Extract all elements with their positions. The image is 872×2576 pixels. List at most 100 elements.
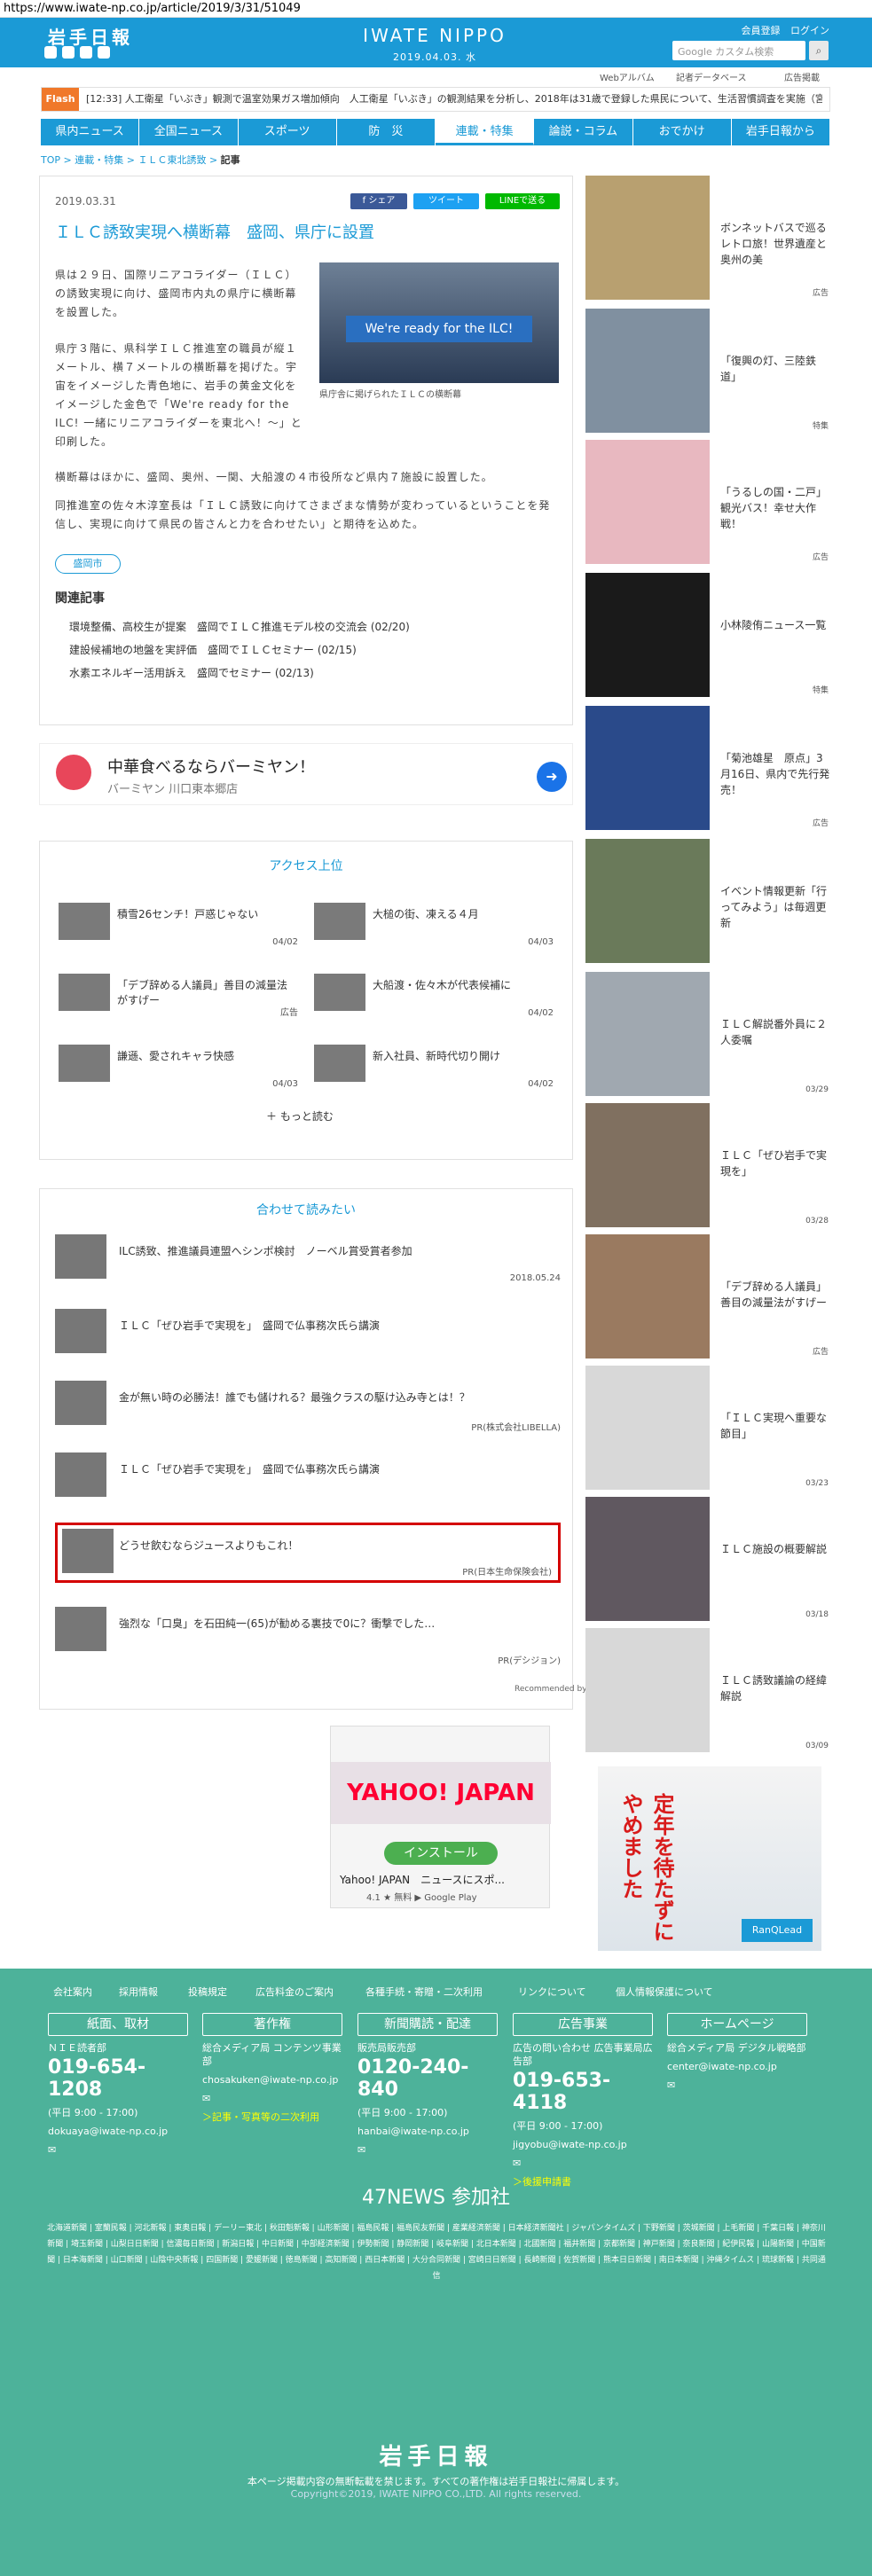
secondary-use-link[interactable]: ＞記事・写真等の二次利用 (202, 2110, 342, 2124)
column-heading[interactable]: 広告事業 (513, 2013, 653, 2036)
footer-column: ホームページ 総合メディア局 デジタル戦略部 center@iwate-np.c… (667, 2013, 807, 2092)
nav-item-editorial[interactable]: 論説・コラム (534, 119, 633, 145)
nav-item-outing[interactable]: おでかけ (633, 119, 732, 145)
app-ad[interactable]: YAHOO! JAPAN インストール Yahoo! JAPAN ニュースにスポ… (330, 1726, 551, 1908)
nav-item-national[interactable]: 全国ニュース (139, 119, 239, 145)
sidebar-title: ＩＬＣ「ぜひ岩手で実現を」 (720, 1149, 828, 1178)
ranking-item[interactable]: 新入社員、新時代切り開け 04/02 (314, 1045, 554, 1089)
column-heading[interactable]: ホームページ (667, 2013, 807, 2036)
twitter-icon[interactable] (44, 46, 57, 59)
sidebar-item[interactable]: ＩＬＣ誘致議論の経緯解説 03/09 (585, 1628, 832, 1752)
sidebar-item[interactable]: ボンネットバスで巡るレトロ旅！世界遺産と奥州の美 広告 (585, 176, 832, 300)
sidebar-title: 「復興の灯、三陸鉄道」 (720, 355, 817, 383)
sidebar-item[interactable]: 「ＩＬＣ実現へ重要な節目」 03/23 (585, 1366, 832, 1490)
sidebar-item[interactable]: 「うるしの国・二戸」観光バス！幸せ大作戦！ 広告 (585, 440, 832, 564)
column-heading[interactable]: 著作権 (202, 2013, 342, 2036)
recommend-item[interactable]: ＩＬＣ「ぜひ岩手で実現を」 盛岡で仏事務次氏ら講演 (55, 1452, 561, 1506)
breadcrumb-features[interactable]: 連載・特集 (75, 154, 123, 166)
email-link[interactable]: chosakuken@iwate-np.co.jp (202, 2073, 342, 2087)
email-link[interactable]: hanbai@iwate-np.co.jp (357, 2125, 498, 2138)
sidebar-item[interactable]: ＩＬＣ施設の概要解説 03/18 (585, 1497, 832, 1621)
instagram-icon[interactable] (98, 46, 110, 59)
recommend-item[interactable]: ＩＬＣ「ぜひ岩手で実現を」 盛岡で仏事務次氏ら講演 (55, 1309, 561, 1362)
related-link[interactable]: 環境整備、高校生が提案 盛岡でＩＬＣ推進モデル校の交流会 (02/20) (69, 619, 410, 634)
ranking-item[interactable]: 大槌の街、凍える４月 04/03 (314, 903, 554, 947)
ranking-item[interactable]: 大船渡・佐々木が代表候補に 04/02 (314, 974, 554, 1018)
site-logo[interactable]: 岩手日報 (48, 23, 133, 49)
partner-papers[interactable]: 北海道新聞 | 室蘭民報 | 河北新報 | 東奥日報 | デーリー東北 | 秋田… (44, 2220, 829, 2284)
breadcrumb-ilc[interactable]: ＩＬＣ東北誘致 (137, 154, 206, 166)
twitter-share-button[interactable]: ツイート (413, 193, 479, 209)
footer-link[interactable]: 採用情報 (119, 1985, 158, 1999)
email-link[interactable]: jigyobu@iwate-np.co.jp (513, 2138, 653, 2151)
archive-link[interactable]: 記者データベース (676, 70, 747, 83)
sidebar-item[interactable]: 小林陵侑ニュース一覧 特集 (585, 573, 832, 697)
facebook-share-button[interactable]: f シェア (350, 193, 407, 209)
breadcrumb-top[interactable]: TOP (41, 154, 60, 166)
recommend-item[interactable]: 金が無い時の必勝法！誰でも儲けれる？最強クラスの駆け込み寺とは！？ PR(株式会社… (55, 1381, 561, 1434)
recommend-item[interactable]: 強烈な「口臭」を石田純一(65)が勧める裏技で0に？衝撃でした… PR(デシジョン… (55, 1607, 561, 1666)
search-icon[interactable]: ⌕ (809, 41, 829, 60)
phone-number[interactable]: 019-654-1208 (48, 2056, 188, 2101)
phone-number[interactable]: 019-653-4118 (513, 2070, 653, 2114)
sidebar-item[interactable]: 「菊池雄星 原点」3月16日、県内で先行発売！ 広告 (585, 706, 832, 830)
tag-morioka[interactable]: 盛岡市 (55, 554, 121, 574)
directions-icon[interactable]: ➜ (537, 762, 567, 792)
phone-number[interactable]: 0120-240-840 (357, 2056, 498, 2101)
sidebar-item[interactable]: 「復興の灯、三陸鉄道」特集 (585, 309, 832, 433)
recruit-ad[interactable]: 定年を待たずにやめました RanQLead (598, 1766, 821, 1951)
mail-icon[interactable]: ✉ (513, 2157, 653, 2170)
related-link[interactable]: 水素エネルギー活用訴え 盛岡でセミナー (02/13) (69, 665, 314, 680)
login-link[interactable]: ログイン (790, 25, 829, 36)
sidebar-item[interactable]: ＩＬＣ「ぜひ岩手で実現を」 03/28 (585, 1103, 832, 1227)
mail-icon[interactable]: ✉ (202, 2092, 342, 2105)
sidebar-title: ボンネットバスで巡るレトロ旅！世界遺産と奥州の美 (720, 222, 828, 266)
email-link[interactable]: center@iwate-np.co.jp (667, 2060, 807, 2073)
ranking-item[interactable]: 「デブ辞める人議員」善目の減量法がすげー 広告 (59, 974, 298, 1018)
mail-icon[interactable]: ✉ (667, 2079, 807, 2092)
footer-link[interactable]: 広告料金のご案内 (255, 1985, 334, 1999)
column-dept: ＮＩＥ読者部 (48, 2042, 106, 2054)
article-photo[interactable]: We're ready for the ILC! (319, 262, 559, 383)
brand-name[interactable]: IWATE NIPPO (346, 25, 523, 46)
nav-item-local[interactable]: 県内ニュース (41, 119, 140, 145)
ads-link[interactable]: 広告掲載 (784, 70, 820, 83)
url-bar[interactable]: https://www.iwate-np.co.jp/article/2019/… (0, 0, 872, 18)
nav-item-features[interactable]: 連載・特集 (436, 119, 535, 145)
ad-banner[interactable]: 中華食べるならバーミヤン！ バーミヤン 川口東本郷店 ➜ (39, 743, 573, 805)
footer-logo[interactable]: 岩手日報 (0, 2439, 872, 2471)
search-input[interactable]: Google カスタム検索 (672, 41, 805, 60)
flash-text[interactable]: [12:33] 人工衛星「いぶき」観測で温室効果ガス増加傾向 人工衛星「いぶき」… (86, 88, 822, 111)
copyright-line: Copyright©2019, IWATE NIPPO CO.,LTD. All… (290, 2488, 582, 2500)
thumbnail (585, 176, 710, 300)
ranking-item[interactable]: 積雪26センチ！戸惑じゃない 04/02 (59, 903, 298, 947)
footer-link[interactable]: リンクについて (518, 1985, 586, 1999)
line-share-button[interactable]: LINEで送る (485, 193, 560, 209)
sidebar-label: 特集 (812, 422, 829, 431)
related-link[interactable]: 建設候補地の地盤を実評価 盛岡でＩＬＣセミナー (02/15) (69, 642, 357, 657)
column-heading[interactable]: 新聞購読・配達 (357, 2013, 498, 2036)
install-button[interactable]: インストール (384, 1842, 498, 1865)
sidebar-item[interactable]: イベント情報更新「行ってみよう」は毎週更新 (585, 839, 832, 963)
nav-item-from-iwate[interactable]: 岩手日報から (732, 119, 830, 145)
sidebar-item[interactable]: 「デブ辞める人議員」善目の減量法がすげー 広告 (585, 1234, 832, 1358)
member-register-link[interactable]: 会員登録 (742, 25, 781, 36)
web-album-link[interactable]: Webアルバム (600, 70, 655, 83)
sidebar-item[interactable]: ＩＬＣ解説番外員に２人委嘱 03/29 (585, 972, 832, 1096)
footer-link[interactable]: 会社案内 (53, 1985, 92, 1999)
nav-item-sports[interactable]: スポーツ (239, 119, 337, 145)
facebook-icon[interactable] (62, 46, 75, 59)
line-icon[interactable] (80, 46, 92, 59)
nav-item-disaster[interactable]: 防 災 (337, 119, 436, 145)
email-link[interactable]: dokuaya@iwate-np.co.jp (48, 2125, 188, 2138)
recommend-item[interactable]: ILC誘致、推進議員連盟へシンポ検討 ノーベル賞受賞者参加 2018.05.24 (55, 1234, 561, 1288)
footer-link[interactable]: 投稿規定 (188, 1985, 227, 1999)
ranking-item[interactable]: 謙遜、愛されキャラ快感 04/03 (59, 1045, 298, 1089)
thumbnail (59, 1045, 110, 1082)
mail-icon[interactable]: ✉ (48, 2143, 188, 2157)
more-button[interactable]: ＋ もっと読む (266, 1108, 334, 1124)
mail-icon[interactable]: ✉ (357, 2143, 498, 2157)
column-heading[interactable]: 紙面、取材 (48, 2013, 188, 2036)
footer-link[interactable]: 個人情報保護について (616, 1985, 713, 1999)
footer-link[interactable]: 各種手続・寄贈・二次利用 (365, 1985, 483, 1999)
